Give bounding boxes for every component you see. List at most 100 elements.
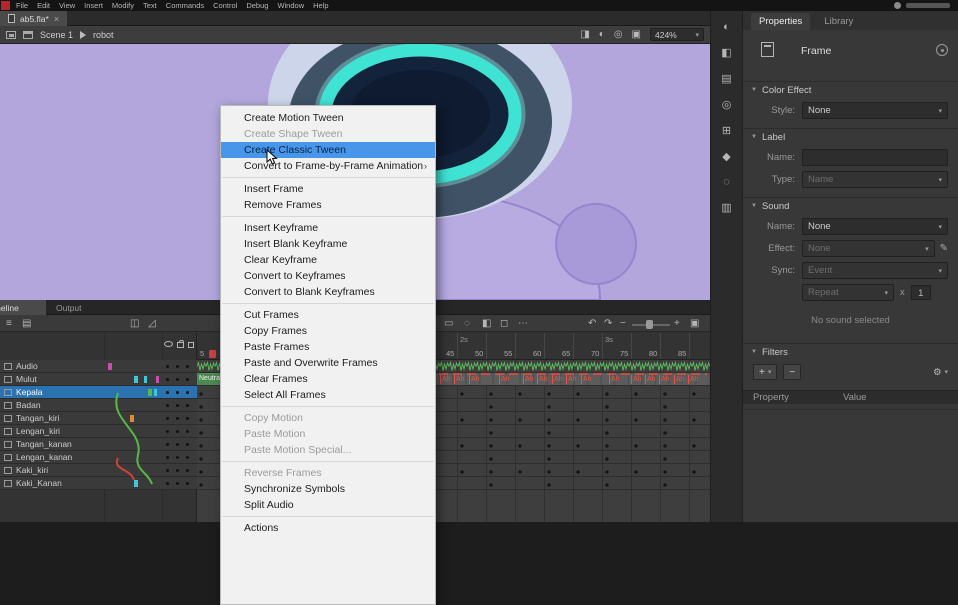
outline-dot[interactable] [186, 365, 189, 368]
menu-item-actions[interactable]: Actions [221, 520, 435, 536]
visibility-dot[interactable] [166, 365, 169, 368]
help-icon[interactable] [936, 44, 948, 56]
menu-text[interactable]: Text [143, 1, 157, 10]
menu-insert[interactable]: Insert [84, 1, 103, 10]
history-panel-icon[interactable]: ◌ [723, 176, 730, 188]
lock-dot[interactable] [176, 430, 179, 433]
lock-dot[interactable] [176, 417, 179, 420]
close-document-icon[interactable]: × [54, 14, 59, 24]
outline-dot[interactable] [186, 391, 189, 394]
layer-row-kepala[interactable]: Kepala [0, 386, 197, 399]
layer-row-mulut[interactable]: Mulut [0, 373, 197, 386]
lock-dot[interactable] [176, 391, 179, 394]
outline-dot[interactable] [186, 469, 189, 472]
label-type-select[interactable]: Name ▾ [802, 171, 948, 188]
frame-label-name-input[interactable] [802, 149, 948, 166]
info-panel-icon[interactable]: ◎ [722, 98, 732, 111]
lock-dot[interactable] [176, 365, 179, 368]
menu-item-reverse-frames[interactable]: Reverse Frames [221, 465, 435, 481]
menu-item-insert-frame[interactable]: Insert Frame [221, 181, 435, 197]
color-effect-header[interactable]: ▼ Color Effect [743, 82, 958, 98]
visibility-dot[interactable] [166, 430, 169, 433]
visibility-dot[interactable] [166, 469, 169, 472]
zoom-select[interactable]: 424% ▾ [650, 28, 704, 41]
menu-item-paste-motion[interactable]: Paste Motion [221, 426, 435, 442]
visibility-dot[interactable] [166, 378, 169, 381]
menu-control[interactable]: Control [213, 1, 237, 10]
menu-item-copy-frames[interactable]: Copy Frames [221, 323, 435, 339]
graph-view-icon[interactable]: ◿ [148, 317, 156, 330]
user-account-area[interactable] [894, 2, 950, 9]
camera-icon[interactable]: ◨ [580, 29, 589, 40]
document-tab[interactable]: ab5.fla* × [0, 11, 67, 26]
visibility-dot[interactable] [166, 391, 169, 394]
menu-item-remove-frames[interactable]: Remove Frames [221, 197, 435, 213]
menu-edit[interactable]: Edit [37, 1, 50, 10]
timeline-zoom-in-icon[interactable]: + [674, 317, 680, 330]
align-panel-icon[interactable]: ▤ [721, 72, 731, 85]
menu-item-convert-to-keyframes[interactable]: Convert to Keyframes [221, 268, 435, 284]
layer-list-icon[interactable]: ▤ [22, 317, 31, 330]
menu-view[interactable]: View [59, 1, 75, 10]
outline-dot[interactable] [186, 430, 189, 433]
menu-item-cut-frames[interactable]: Cut Frames [221, 307, 435, 323]
center-playhead-icon[interactable]: ▭ [444, 317, 453, 330]
menu-commands[interactable]: Commands [166, 1, 204, 10]
menu-file[interactable]: File [16, 1, 28, 10]
layer-row-badan[interactable]: Badan [0, 399, 197, 412]
tab-properties[interactable]: Properties [751, 13, 810, 30]
menu-item-copy-motion[interactable]: Copy Motion [221, 410, 435, 426]
layer-row-kaki-kiri[interactable]: Kaki_kiri [0, 464, 197, 477]
layer-row-kaki-kanan[interactable]: Kaki_Kanan [0, 477, 197, 490]
menu-item-clear-frames[interactable]: Clear Frames [221, 371, 435, 387]
menu-modify[interactable]: Modify [112, 1, 134, 10]
tab-library[interactable]: Library [820, 13, 857, 30]
menu-help[interactable]: Help [313, 1, 328, 10]
loop-icon[interactable]: ◌ [464, 317, 470, 330]
outline-dot[interactable] [186, 404, 189, 407]
sound-sync-select[interactable]: Event ▾ [802, 262, 948, 279]
transform-panel-icon[interactable]: ⊞ [722, 124, 731, 137]
layer-row-tangan-kiri[interactable]: Tangan_kiri [0, 412, 197, 425]
visibility-dot[interactable] [166, 404, 169, 407]
step-forward-icon[interactable]: ↷ [604, 317, 612, 330]
lock-dot[interactable] [176, 378, 179, 381]
layer-row-tangan-kanan[interactable]: Tangan_kanan [0, 438, 197, 451]
menu-item-convert-to-blank-keyframes[interactable]: Convert to Blank Keyframes [221, 284, 435, 300]
menu-item-clear-keyframe[interactable]: Clear Keyframe [221, 252, 435, 268]
label-header[interactable]: ▼ Label [743, 129, 958, 145]
outline-dot[interactable] [186, 417, 189, 420]
rotate-stage-icon[interactable]: ◐ [599, 29, 605, 40]
timeline-zoom-out-icon[interactable]: − [620, 317, 626, 330]
tab-output[interactable]: Output [46, 300, 92, 315]
menu-item-paste-overwrite-frames[interactable]: Paste and Overwrite Frames [221, 355, 435, 371]
layer-row-audio[interactable]: Audio [0, 360, 197, 373]
lock-dot[interactable] [176, 456, 179, 459]
menu-item-synchronize-symbols[interactable]: Synchronize Symbols [221, 481, 435, 497]
visibility-dot[interactable] [166, 417, 169, 420]
menu-debug[interactable]: Debug [246, 1, 268, 10]
visibility-dot[interactable] [166, 443, 169, 446]
lock-dot[interactable] [176, 469, 179, 472]
layer-row-lengan-kanan[interactable]: Lengan_kanan [0, 451, 197, 464]
outline-dot[interactable] [186, 482, 189, 485]
visibility-dot[interactable] [166, 482, 169, 485]
brush-panel-icon[interactable]: ◆ [722, 150, 730, 163]
reset-timeline-zoom-icon[interactable]: ▣ [690, 317, 699, 330]
onion-skin-icon[interactable]: ◧ [482, 317, 491, 330]
breadcrumb-symbol[interactable]: robot [93, 30, 114, 40]
lock-column-icon[interactable] [177, 342, 184, 348]
sound-effect-select[interactable]: None ▾ [802, 240, 935, 257]
timeline-back-icon[interactable] [6, 31, 16, 39]
sound-name-select[interactable]: None ▾ [802, 218, 948, 235]
repeat-count-value[interactable]: 1 [911, 285, 931, 300]
menu-item-select-all-frames[interactable]: Select All Frames [221, 387, 435, 403]
outline-dot[interactable] [186, 378, 189, 381]
outline-dot[interactable] [186, 443, 189, 446]
swatches-panel-icon[interactable]: ◧ [721, 46, 731, 59]
playhead[interactable] [209, 350, 216, 358]
edit-sound-envelope-icon[interactable]: ✎ [940, 243, 948, 254]
menu-item-insert-keyframe[interactable]: Insert Keyframe [221, 220, 435, 236]
add-filter-button[interactable]: + ▾ [753, 364, 777, 380]
timeline-zoom-slider-knob[interactable] [646, 320, 653, 329]
